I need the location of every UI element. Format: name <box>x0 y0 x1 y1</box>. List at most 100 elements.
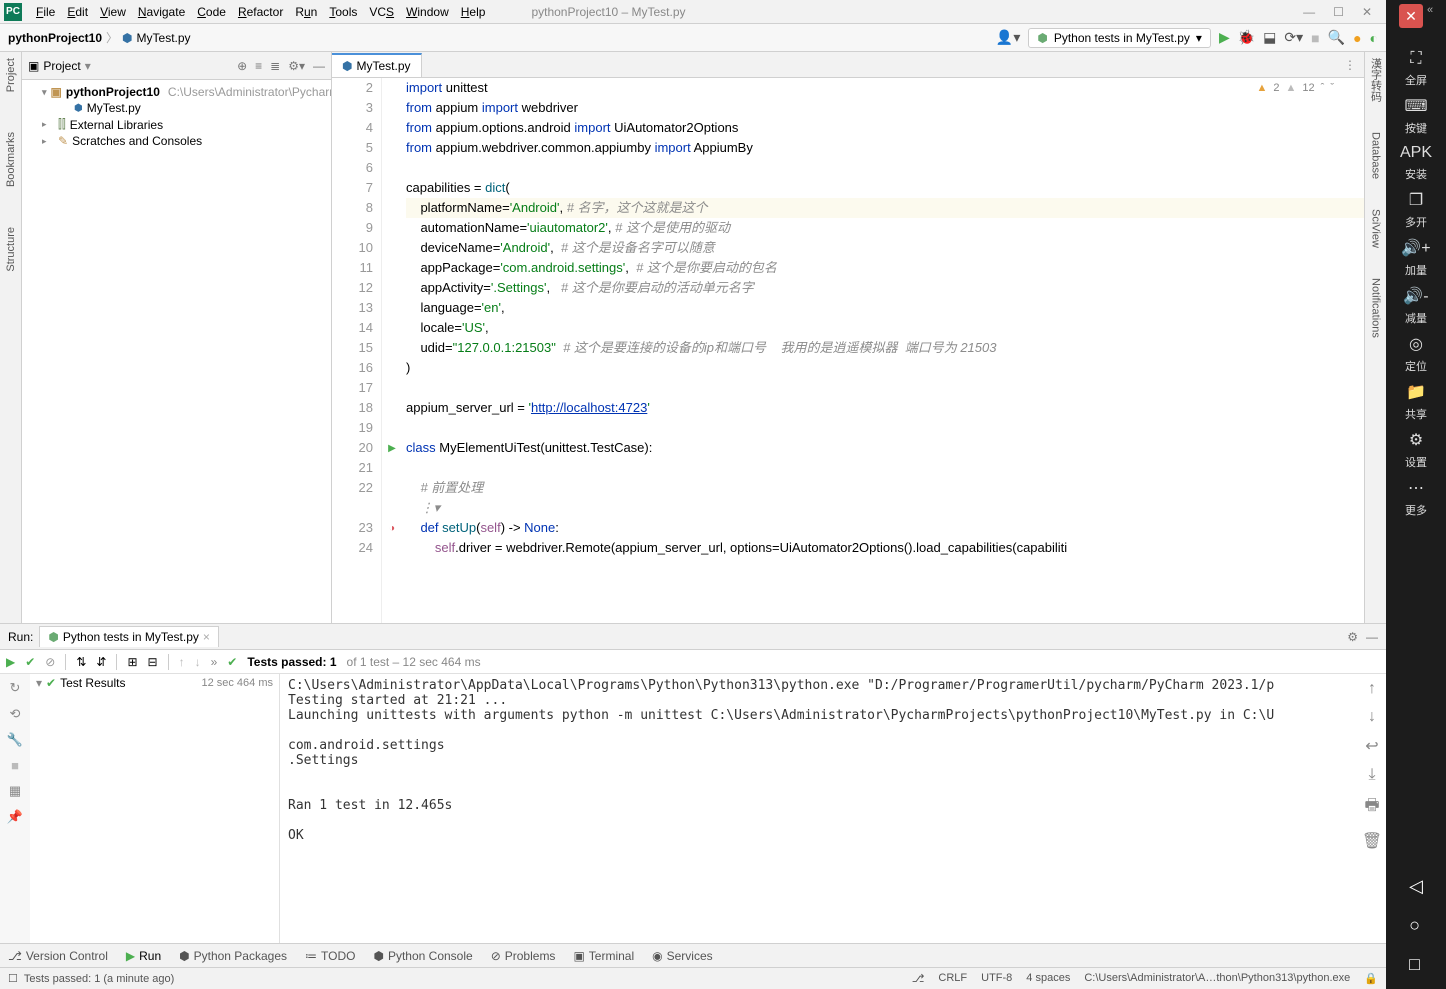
status-crlf[interactable]: CRLF <box>938 972 967 985</box>
sort-alpha-icon[interactable]: ⇵ <box>96 655 106 669</box>
bt-packages[interactable]: ⬢Python Packages <box>179 949 287 963</box>
plugin-icon[interactable]: ◐ <box>1370 30 1378 46</box>
project-tab[interactable]: Project <box>5 58 17 92</box>
bookmarks-tab[interactable]: Bookmarks <box>5 132 17 187</box>
close-icon[interactable]: ✕ <box>1362 5 1372 19</box>
settings-icon[interactable]: ⚙▾ <box>288 59 305 73</box>
inspection-widget[interactable]: ▲2 ▲12 ˆ ˇ <box>1257 82 1335 94</box>
layout-icon[interactable]: ▦ <box>9 783 21 799</box>
git-icon[interactable]: ⎇ <box>912 972 925 985</box>
status-indent[interactable]: 4 spaces <box>1026 972 1070 985</box>
bt-todo[interactable]: ≔TODO <box>305 949 355 963</box>
editor-menu-icon[interactable]: ⋮ <box>1344 58 1364 72</box>
run-tab[interactable]: ⬢ Python tests in MyTest.py × <box>39 626 219 647</box>
run-button-icon[interactable]: ▶ <box>1219 29 1230 46</box>
emulator-按键[interactable]: ⌨按键 <box>1400 96 1432 136</box>
more-icon[interactable]: » <box>211 655 218 669</box>
user-icon[interactable]: 👤▾ <box>996 29 1020 46</box>
menu-view[interactable]: View <box>94 5 132 19</box>
bt-run[interactable]: ▶Run <box>126 949 161 963</box>
tree-external-libraries[interactable]: ▸ ⫿⫿ External Libraries <box>22 116 331 133</box>
menu-vcs[interactable]: VCS <box>363 5 400 19</box>
ide-update-icon[interactable]: ● <box>1353 30 1361 46</box>
scroll-up-icon[interactable]: ↑ <box>1368 680 1376 698</box>
nav-home-icon[interactable]: ○ <box>1409 915 1423 936</box>
wrench-icon[interactable]: 🔧 <box>7 732 23 748</box>
profile-icon[interactable]: ⟳▾ <box>1284 29 1303 46</box>
menu-edit[interactable]: Edit <box>61 5 94 19</box>
chevron-right-icon[interactable]: ▸ <box>42 119 54 130</box>
rerun-failed-icon[interactable]: ⟲ <box>10 706 21 722</box>
right-tab-0[interactable]: 漢字转码 <box>1368 58 1384 102</box>
prev-icon[interactable]: ↑ <box>179 655 185 669</box>
tree-scratches[interactable]: ▸ ✎ Scratches and Consoles <box>22 133 331 149</box>
bt-services[interactable]: ◉Services <box>652 949 713 963</box>
show-passed-icon[interactable]: ✔ <box>25 655 35 669</box>
menu-navigate[interactable]: Navigate <box>132 5 191 19</box>
right-tab-sciview[interactable]: SciView <box>1370 209 1382 248</box>
test-tree[interactable]: ▾ ✔ Test Results 12 sec 464 ms <box>30 674 280 943</box>
stop-small-icon[interactable]: ■ <box>11 758 19 773</box>
debug-button-icon[interactable]: 🐞 <box>1238 29 1255 46</box>
bt-problems[interactable]: ⊘Problems <box>491 949 556 963</box>
collapse-all-icon[interactable]: ⊟ <box>148 655 158 669</box>
right-tab-notifications[interactable]: Notifications <box>1370 278 1382 338</box>
emulator-设置[interactable]: ⚙设置 <box>1400 430 1432 470</box>
sort-icon[interactable]: ⇅ <box>76 655 86 669</box>
bt-terminal[interactable]: ▣Terminal <box>573 949 634 963</box>
emulator-close-icon[interactable]: ✕ <box>1399 4 1423 28</box>
gutter-icons[interactable]: ▶◑ <box>382 78 402 623</box>
structure-tab[interactable]: Structure <box>5 227 17 272</box>
emulator-collapse-icon[interactable]: « <box>1427 4 1433 36</box>
emulator-安装[interactable]: APK安装 <box>1400 144 1432 182</box>
menu-run[interactable]: Run <box>289 5 323 19</box>
nav-back-icon[interactable]: ◁ <box>1409 876 1423 897</box>
line-number-gutter[interactable]: 23456789101112131415161718192021222324 <box>332 78 382 623</box>
chevron-down-icon[interactable]: ˇ <box>1330 82 1334 94</box>
maximize-icon[interactable]: ☐ <box>1333 5 1344 19</box>
search-icon[interactable]: 🔍 <box>1328 29 1345 46</box>
locate-icon[interactable]: ⊕ <box>237 59 247 73</box>
trash-icon[interactable]: 🗑 <box>1362 831 1382 851</box>
nav-recent-icon[interactable]: □ <box>1409 954 1423 975</box>
run-config-selector[interactable]: ⬢ Python tests in MyTest.py ▾ <box>1028 28 1211 48</box>
menu-tools[interactable]: Tools <box>323 5 363 19</box>
right-tab-database[interactable]: Database <box>1370 132 1382 179</box>
pin-icon[interactable]: 📌 <box>7 809 23 825</box>
expand-icon[interactable]: ≡ <box>255 59 262 73</box>
breadcrumb-file[interactable]: MyTest.py <box>137 31 191 45</box>
collapse-icon[interactable]: ≣ <box>270 59 280 73</box>
minimize-icon[interactable]: — <box>1303 5 1315 19</box>
emulator-定位[interactable]: ◎定位 <box>1400 334 1432 374</box>
chevron-down-icon[interactable]: ▾ <box>85 59 91 73</box>
scroll-end-icon[interactable]: ⤓ <box>1368 766 1375 784</box>
soft-wrap-icon[interactable]: ↩ <box>1365 736 1378 756</box>
emulator-减量[interactable]: 🔊-减量 <box>1400 286 1432 326</box>
chevron-down-icon[interactable]: ▾ <box>42 87 47 98</box>
menu-help[interactable]: Help <box>455 5 492 19</box>
bt-python-console[interactable]: ⬢Python Console <box>373 949 472 963</box>
emulator-多开[interactable]: ❐多开 <box>1400 190 1432 230</box>
scroll-down-icon[interactable]: ↓ <box>1368 708 1376 726</box>
emulator-共享[interactable]: 📁共享 <box>1400 382 1432 422</box>
close-tab-icon[interactable]: × <box>203 630 210 644</box>
menu-window[interactable]: Window <box>400 5 455 19</box>
expand-all-icon[interactable]: ⊞ <box>127 655 137 669</box>
run-console[interactable]: C:\Users\Administrator\AppData\Local\Pro… <box>280 674 1358 943</box>
status-interpreter[interactable]: C:\Users\Administrator\A…thon\Python313\… <box>1084 972 1350 985</box>
editor-tab-mytest[interactable]: ⬢ MyTest.py <box>332 53 422 77</box>
print-icon[interactable]: 🖶 <box>1364 794 1379 821</box>
test-results-root[interactable]: ▾ ✔ Test Results 12 sec 464 ms <box>30 674 279 692</box>
tree-file-mytest[interactable]: ⬢ MyTest.py <box>22 100 331 116</box>
bt-version-control[interactable]: ⎇Version Control <box>8 949 108 963</box>
rerun-icon[interactable]: ▶ <box>6 655 15 669</box>
menu-file[interactable]: File <box>30 5 61 19</box>
project-tree[interactable]: ▾ ▣ pythonProject10 C:\Users\Administrat… <box>22 80 331 623</box>
breadcrumb-project[interactable]: pythonProject10 <box>8 31 102 45</box>
emulator-加量[interactable]: 🔊+加量 <box>1400 238 1432 278</box>
menu-code[interactable]: Code <box>191 5 232 19</box>
show-ignored-icon[interactable]: ⊘ <box>45 655 55 669</box>
chevron-down-icon[interactable]: ▾ <box>36 676 42 690</box>
code-content[interactable]: import unittestfrom appium import webdri… <box>402 78 1364 623</box>
status-encoding[interactable]: UTF-8 <box>981 972 1012 985</box>
